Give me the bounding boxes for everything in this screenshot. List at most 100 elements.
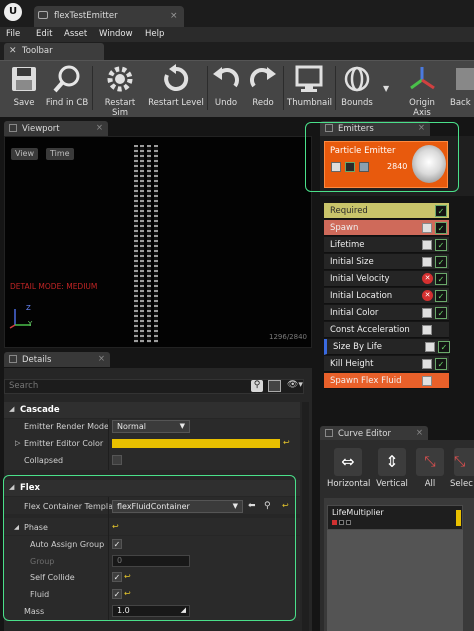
curve-toggle-icon[interactable]: ✓	[435, 358, 447, 370]
search-icon[interactable]: ⚲	[251, 380, 263, 392]
vertical-button[interactable]: ⇕ Vertical	[374, 448, 410, 489]
module-label: Lifetime	[330, 240, 365, 250]
document-tab-title: flexTestEmitter	[54, 11, 118, 21]
restart-level-button[interactable]: Restart Level	[148, 64, 204, 108]
collapsed-checkbox[interactable]	[112, 455, 122, 465]
enable-checkbox[interactable]	[422, 308, 432, 318]
cascade-asset-icon	[38, 11, 48, 19]
background-color-button[interactable]: Back	[450, 64, 474, 108]
bounds-icon	[344, 66, 370, 92]
save-button[interactable]: Save	[6, 64, 42, 108]
module-label: Initial Color	[330, 308, 379, 318]
curve-toggle-icon[interactable]: ✓	[435, 205, 447, 217]
redo-icon	[250, 67, 276, 88]
reset-to-default-icon[interactable]: ↩	[283, 438, 290, 447]
menu-edit[interactable]: Edit	[36, 29, 52, 39]
module-const-acceleration[interactable]: Const Acceleration	[324, 322, 449, 338]
origin-axis-button[interactable]: Origin Axis	[399, 64, 445, 118]
close-icon[interactable]: ×	[96, 123, 103, 133]
toolbar-separator	[335, 66, 336, 110]
fit-all-button[interactable]: ⤡ All	[416, 448, 444, 489]
thumbnail-label: Thumbnail	[287, 98, 332, 108]
viewport-tab[interactable]: Viewport ×	[4, 121, 108, 136]
close-icon[interactable]: ×	[98, 354, 105, 364]
module-spawn-flex-fluid[interactable]: Spawn Flex Fluid	[324, 373, 449, 389]
background-icon	[456, 68, 474, 90]
disabled-x-icon[interactable]: ✕	[422, 273, 433, 284]
module-initial-size[interactable]: Initial Size ✓	[324, 254, 449, 270]
restart-level-label: Restart Level	[148, 98, 204, 108]
fit-selected-button[interactable]: ⤡ Selec	[450, 448, 474, 489]
curve-toggle-icon[interactable]: ✓	[435, 239, 447, 251]
curve-x-channel-icon[interactable]	[332, 520, 337, 525]
menu-window[interactable]: Window	[99, 29, 133, 39]
tab-grip-icon	[325, 429, 333, 437]
enable-checkbox[interactable]	[425, 342, 435, 352]
module-initial-location[interactable]: Initial Location ✕ ✓	[324, 288, 449, 304]
bounds-button[interactable]: Bounds	[340, 64, 374, 108]
module-initial-velocity[interactable]: Initial Velocity ✕ ✓	[324, 271, 449, 287]
curve-toggle-icon[interactable]: ✓	[435, 290, 447, 302]
enable-checkbox[interactable]	[422, 223, 432, 233]
curve-editor-tab[interactable]: Curve Editor ×	[320, 426, 428, 441]
curve-track-life-multiplier[interactable]: LifeMultiplier	[327, 505, 463, 530]
curve-y-channel-icon[interactable]	[339, 520, 344, 525]
curve-toggle-icon[interactable]: ✓	[435, 307, 447, 319]
bounds-dropdown-arrow-icon[interactable]: ▼	[383, 84, 389, 93]
particle-count-readout: 1296/2840	[269, 333, 307, 341]
render-mode-dropdown[interactable]: Normal ▼	[112, 420, 190, 433]
close-icon[interactable]: ×	[416, 428, 423, 438]
editor-color-swatch[interactable]	[112, 439, 280, 448]
disabled-x-icon[interactable]: ✕	[422, 290, 433, 301]
wrench-icon: ✕	[9, 46, 17, 56]
module-spawn[interactable]: Spawn ✓	[324, 220, 449, 236]
close-tab-icon[interactable]: ×	[170, 11, 178, 21]
toolbar-separator	[207, 66, 208, 110]
menu-file[interactable]: File	[6, 29, 20, 39]
details-scrollbar[interactable]	[302, 402, 309, 631]
thumbnail-button[interactable]: Thumbnail	[287, 64, 332, 108]
module-lifetime[interactable]: Lifetime ✓	[324, 237, 449, 253]
restart-sim-label: Restart Sim	[104, 98, 136, 118]
curve-toggle-icon[interactable]: ✓	[435, 222, 447, 234]
view-button[interactable]: View	[11, 148, 38, 160]
curve-editor-tab-label: Curve Editor	[338, 429, 391, 439]
category-cascade[interactable]: ◢ Cascade	[4, 402, 300, 418]
property-matrix-icon[interactable]	[268, 380, 281, 392]
tab-grip-icon	[9, 355, 17, 363]
axis-z-label: Z	[26, 304, 31, 312]
expand-arrow-icon[interactable]: ▷	[15, 439, 20, 447]
selected-label: Selec	[450, 479, 473, 489]
viewport[interactable]	[4, 136, 312, 348]
enable-checkbox[interactable]	[422, 240, 432, 250]
enable-checkbox[interactable]	[422, 376, 432, 386]
curve-toggle-icon[interactable]: ✓	[438, 341, 450, 353]
axis-icon	[410, 67, 435, 90]
enable-checkbox[interactable]	[422, 359, 432, 369]
curve-toggle-icon[interactable]: ✓	[435, 256, 447, 268]
restart-sim-button[interactable]: Restart Sim	[96, 64, 144, 118]
curve-z-channel-icon[interactable]	[346, 520, 351, 525]
toolbar-tab-label: Toolbar	[22, 46, 53, 56]
undo-button[interactable]: Undo	[211, 64, 241, 108]
redo-button[interactable]: Redo	[248, 64, 278, 108]
module-label: Spawn	[330, 223, 359, 233]
details-tab[interactable]: Details ×	[4, 352, 110, 367]
module-initial-color[interactable]: Initial Color ✓	[324, 305, 449, 321]
unreal-logo-icon: U	[4, 3, 22, 21]
enable-checkbox[interactable]	[422, 325, 432, 335]
module-size-by-life[interactable]: Size By Life ✓	[324, 339, 450, 355]
module-required[interactable]: Required ✓	[324, 203, 449, 219]
find-in-cb-button[interactable]: Find in CB	[44, 64, 90, 108]
collapse-arrow-icon: ◢	[9, 405, 15, 413]
module-kill-height[interactable]: Kill Height ✓	[324, 356, 449, 372]
curve-toggle-icon[interactable]: ✓	[435, 273, 447, 285]
toolbar-tab[interactable]: Toolbar	[4, 43, 104, 60]
document-tab[interactable]: flexTestEmitter	[34, 6, 184, 27]
visibility-eye-icon[interactable]: 👁▾	[287, 380, 303, 390]
menu-help[interactable]: Help	[145, 29, 164, 39]
menu-asset[interactable]: Asset	[64, 29, 87, 39]
horizontal-button[interactable]: ⇔ Horizontal	[327, 448, 370, 489]
enable-checkbox[interactable]	[422, 257, 432, 267]
time-button[interactable]: Time	[46, 148, 74, 160]
